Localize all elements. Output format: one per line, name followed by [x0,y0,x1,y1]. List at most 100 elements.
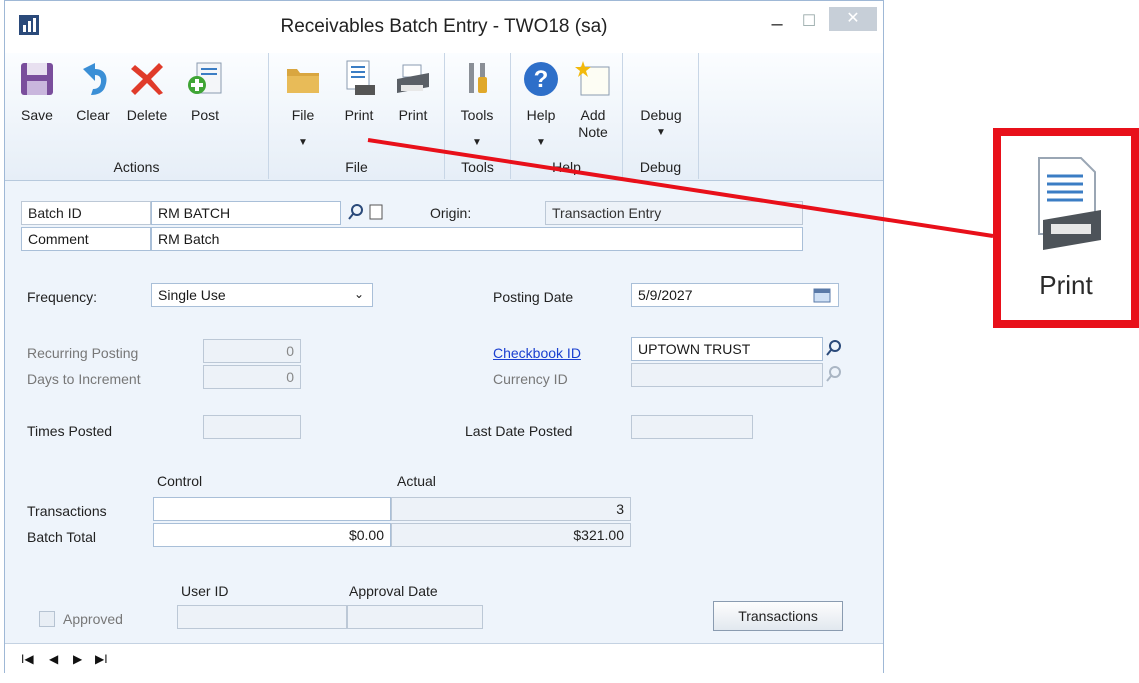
batch-id-input[interactable]: RM BATCH [151,201,341,225]
last-date-posted-label: Last Date Posted [465,423,573,439]
control-header: Control [157,473,203,489]
print-callout-label: Print [1039,270,1093,300]
origin-select: Transaction Entry [545,201,803,225]
post-button[interactable]: Post [179,53,231,153]
group-label-debug: Debug [639,159,682,175]
ribbon-group-help: ? Help ▼ Add Note Help [511,53,623,179]
add-note-icon [575,61,610,96]
approved-checkbox [39,611,55,627]
batch-id-label: Batch ID [21,201,151,225]
file-label: File [291,107,315,123]
tools-dropdown-icon: ▼ [472,137,482,148]
checkbook-id-input[interactable]: UPTOWN TRUST [631,337,823,361]
delete-icon [131,63,163,95]
tools-button[interactable]: Tools ▼ [451,53,503,153]
close-button[interactable]: ✕ [829,7,877,31]
maximize-button[interactable]: ☐ [797,11,821,33]
svg-text:?: ? [534,66,549,93]
posting-date-label: Posting Date [493,289,574,305]
folder-icon [287,69,319,93]
group-label-tools: Tools [461,159,494,175]
add-note-button[interactable]: Add Note [567,53,619,153]
currency-id-input [631,363,823,387]
save-label: Save [21,107,53,123]
print-preview-button[interactable]: Print [333,53,385,153]
help-button[interactable]: ? Help ▼ [515,53,567,153]
group-label-help: Help [552,159,581,175]
clear-button[interactable]: Clear [67,53,119,153]
help-dropdown-icon: ▼ [536,137,546,148]
chevron-down-icon: ⌄ [353,287,364,301]
title-bar: Receivables Batch Entry - TWO18 (sa) – ☐… [5,1,883,53]
print-preview-label: Print [344,107,374,123]
group-label-file: File [345,159,368,175]
transactions-button[interactable]: Transactions [713,601,843,631]
batch-entry-window: Receivables Batch Entry - TWO18 (sa) – ☐… [4,0,884,673]
days-to-increment-label: Days to Increment [27,371,141,387]
first-record-button[interactable]: I◀ [21,652,34,666]
approval-date-label: Approval Date [349,583,438,599]
ribbon-group-tools: Tools ▼ Tools [445,53,511,179]
clear-label: Clear [76,107,110,123]
printer-icon [397,64,429,93]
print-callout-icon [1038,157,1101,250]
ribbon-group-actions: Save Clear Delete Post Actions [5,53,269,179]
last-date-posted-input [631,415,753,439]
comment-input[interactable]: RM Batch [151,227,803,251]
print-callout: Print [993,128,1139,328]
group-label-actions: Actions [113,159,160,175]
times-posted-input [203,415,301,439]
transactions-actual: 3 [391,497,631,521]
new-icon[interactable] [367,203,385,221]
print-button[interactable]: Print [387,53,439,153]
posting-date-input[interactable]: 5/9/2027 [631,283,839,307]
print-preview-icon [346,60,375,95]
ribbon-group-file: File ▼ Print Print File [269,53,445,179]
user-id-label: User ID [181,583,229,599]
debug-button[interactable]: Debug ▼ [635,53,687,153]
help-label: Help [526,107,556,123]
delete-button[interactable]: Delete [121,53,173,153]
save-icon [21,63,53,95]
lookup-icon[interactable] [347,203,365,221]
frequency-select[interactable]: Single Use ⌄ [151,283,373,307]
origin-label: Origin: [430,205,472,221]
transactions-control-input[interactable] [153,497,391,521]
minimize-button[interactable]: – [765,13,789,35]
currency-id-label: Currency ID [493,371,568,387]
save-button[interactable]: Save [11,53,63,153]
checkbook-id-link[interactable]: Checkbook ID [493,345,581,361]
batch-form: Batch ID RM BATCH Origin: Transaction En… [5,181,883,643]
lookup-icon[interactable] [825,339,843,357]
recurring-posting-input: 0 [203,339,301,363]
transactions-label: Transactions [27,503,107,519]
calendar-icon[interactable] [813,286,831,304]
days-to-increment-input: 0 [203,365,301,389]
clear-icon [83,63,107,95]
help-icon: ? [524,62,558,96]
debug-label: Debug [640,107,682,123]
last-record-button[interactable]: ▶I [95,652,108,666]
previous-record-button[interactable]: ◀ [49,652,58,666]
post-icon [188,62,222,94]
add-note-label: Add Note [578,107,608,140]
delete-label: Delete [126,107,168,123]
batch-total-control-input[interactable]: $0.00 [153,523,391,547]
window-title: Receivables Batch Entry - TWO18 (sa) [280,16,608,37]
frequency-label: Frequency: [27,289,98,305]
ribbon: Save Clear Delete Post Actions File ▼ Pr… [5,53,883,181]
recurring-posting-label: Recurring Posting [27,345,139,361]
lookup-icon [826,366,841,382]
file-dropdown-icon: ▼ [298,137,308,148]
user-id-input [177,605,347,629]
record-navigation: I◀ ◀ ▶ ▶I [5,643,883,673]
file-button[interactable]: File ▼ [277,53,329,153]
post-label: Post [190,107,219,123]
times-posted-label: Times Posted [27,423,113,439]
next-record-button[interactable]: ▶ [73,652,82,666]
debug-dropdown-icon: ▼ [656,127,666,138]
comment-label: Comment [21,227,151,251]
batch-total-label: Batch Total [27,529,97,545]
print-label: Print [398,107,428,123]
approval-date-input [347,605,483,629]
